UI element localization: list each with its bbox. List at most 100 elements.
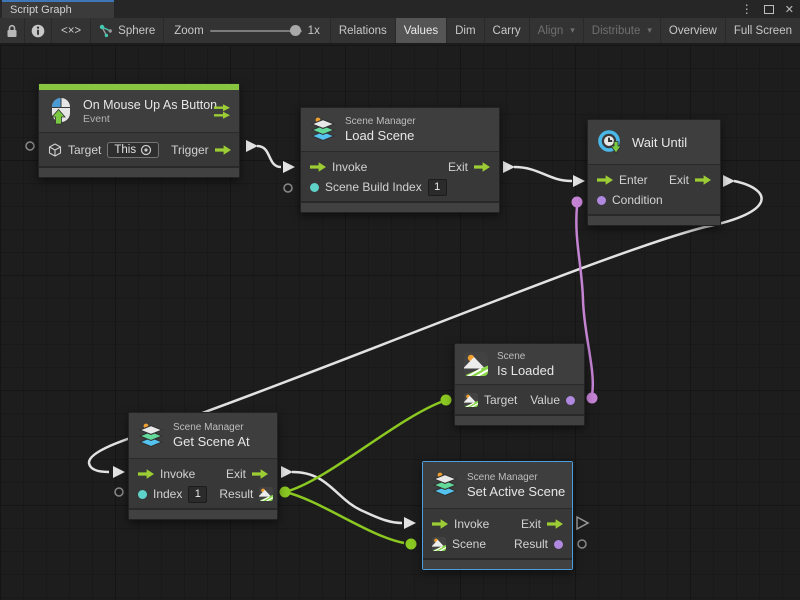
values-button[interactable]: Values: [395, 18, 446, 43]
wait-clock-icon: [597, 129, 623, 155]
node-header[interactable]: Scene Is Loaded: [455, 344, 584, 385]
node-header[interactable]: Wait Until: [588, 120, 720, 165]
result-port-dot[interactable]: [554, 540, 563, 549]
node-header[interactable]: Scene Manager Get Scene At: [129, 413, 277, 459]
edit-source-button[interactable]: <×>: [52, 18, 91, 43]
node-body: Invoke Exit Scene Build Index 1: [301, 152, 499, 201]
cube-icon: [48, 143, 62, 157]
invoke-flow-arrow-icon[interactable]: [310, 162, 326, 172]
node-get-scene-at[interactable]: Scene Manager Get Scene At Invoke Exit I…: [128, 412, 278, 520]
overview-button[interactable]: Overview: [660, 18, 725, 43]
node-category: Scene Manager: [345, 116, 490, 127]
distribute-dropdown[interactable]: Distribute ▾: [583, 18, 660, 43]
node-header[interactable]: On Mouse Up As Button Event: [39, 90, 239, 133]
trigger-flow-arrow-icon[interactable]: [215, 145, 231, 155]
event-double-arrow-icon: [214, 104, 230, 119]
node-footer: [129, 508, 277, 519]
enter-flow-arrow-icon[interactable]: [597, 175, 613, 185]
node-footer: [455, 414, 584, 425]
node-body: Target Value: [455, 385, 584, 414]
carry-button[interactable]: Carry: [484, 18, 529, 43]
invoke-port-label: Invoke: [332, 160, 367, 174]
exit-port-label: Exit: [669, 173, 689, 187]
invoke-flow-arrow-icon[interactable]: [138, 469, 154, 479]
zoom-slider-handle[interactable]: [290, 25, 301, 36]
scene-icon: [464, 352, 488, 376]
node-footer: [588, 214, 720, 225]
build-index-label: Scene Build Index: [325, 180, 422, 194]
dim-button[interactable]: Dim: [446, 18, 483, 43]
align-dropdown[interactable]: Align ▾: [529, 18, 583, 43]
trigger-port-label: Trigger: [171, 143, 209, 157]
node-title: On Mouse Up As Button: [83, 98, 205, 112]
invoke-port-label: Invoke: [454, 517, 489, 531]
close-icon[interactable]: ✕: [785, 3, 794, 16]
build-index-port-dot[interactable]: [310, 183, 319, 192]
exit-flow-arrow-icon[interactable]: [474, 162, 490, 172]
value-port-dot[interactable]: [566, 396, 575, 405]
result-port-label: Result: [514, 537, 548, 551]
target-port-label: Target: [484, 393, 517, 407]
zoom-value: 1x: [308, 25, 320, 37]
invoke-port-label: Invoke: [160, 467, 195, 481]
object-picker-icon[interactable]: [140, 144, 152, 156]
scene-manager-icon: [138, 423, 164, 449]
exit-flow-arrow-icon[interactable]: [252, 469, 268, 479]
maximize-icon[interactable]: [764, 5, 774, 14]
mouse-icon: [48, 97, 74, 125]
node-wait-until[interactable]: Wait Until Enter Exit Condition: [587, 119, 721, 226]
node-category: Scene: [497, 351, 575, 362]
result-scene-icon[interactable]: [259, 487, 273, 501]
info-button[interactable]: [25, 18, 52, 43]
scene-port-icon[interactable]: [432, 537, 446, 551]
enter-port-label: Enter: [619, 173, 648, 187]
exit-port-label: Exit: [448, 160, 468, 174]
exit-port-label: Exit: [226, 467, 246, 481]
chevron-down-icon: ▾: [570, 25, 575, 36]
node-is-loaded[interactable]: Scene Is Loaded Target Value: [454, 343, 585, 426]
target-object-field[interactable]: This: [107, 142, 159, 158]
exit-port-label: Exit: [521, 517, 541, 531]
node-category: Scene Manager: [173, 422, 268, 433]
build-index-field[interactable]: 1: [428, 179, 447, 196]
tab-script-graph[interactable]: Script Graph: [2, 0, 114, 18]
zoom-control: Zoom 1x: [164, 18, 330, 43]
tab-bar: Script Graph ⋮ ✕: [0, 0, 800, 18]
node-body: Enter Exit Condition: [588, 165, 720, 214]
node-on-mouse-up-as-button[interactable]: On Mouse Up As Button Event Target This …: [38, 83, 240, 178]
condition-port-label: Condition: [612, 193, 663, 207]
node-header[interactable]: Scene Manager Load Scene: [301, 108, 499, 152]
node-set-active-scene[interactable]: Scene Manager Set Active Scene Invoke Ex…: [422, 461, 573, 570]
index-port-label: Index: [153, 487, 182, 501]
scene-port-icon[interactable]: [464, 393, 478, 407]
relations-button[interactable]: Relations: [330, 18, 395, 43]
invoke-flow-arrow-icon[interactable]: [432, 519, 448, 529]
graph-owner-button[interactable]: Sphere: [91, 18, 164, 43]
index-port-dot[interactable]: [138, 490, 147, 499]
node-footer: [423, 558, 572, 569]
node-footer: [39, 166, 239, 177]
full-screen-button[interactable]: Full Screen: [725, 18, 800, 43]
result-port-label: Result: [219, 487, 253, 501]
chevron-down-icon: ▾: [647, 25, 652, 36]
zoom-slider[interactable]: [210, 30, 302, 32]
condition-port-dot[interactable]: [597, 196, 606, 205]
exit-flow-arrow-icon[interactable]: [695, 175, 711, 185]
graph-toolbar: <×> Sphere Zoom 1x Relations Values Dim …: [0, 18, 800, 44]
node-title: Load Scene: [345, 128, 490, 143]
lock-button[interactable]: [0, 18, 25, 43]
index-field[interactable]: 1: [188, 486, 207, 503]
kebab-menu-icon[interactable]: ⋮: [741, 2, 753, 16]
scene-manager-icon: [432, 472, 458, 498]
zoom-label: Zoom: [174, 25, 203, 37]
node-body: Target This Trigger: [39, 133, 239, 166]
lock-icon: [6, 24, 18, 38]
node-body: Invoke Exit Index 1 Result: [129, 459, 277, 508]
value-port-label: Value: [530, 393, 560, 407]
scene-manager-icon: [310, 117, 336, 143]
node-header[interactable]: Scene Manager Set Active Scene: [423, 462, 572, 509]
node-load-scene[interactable]: Scene Manager Load Scene Invoke Exit Sce…: [300, 107, 500, 213]
target-object-value: This: [114, 144, 136, 156]
exit-flow-arrow-icon[interactable]: [547, 519, 563, 529]
node-title: Get Scene At: [173, 434, 268, 449]
